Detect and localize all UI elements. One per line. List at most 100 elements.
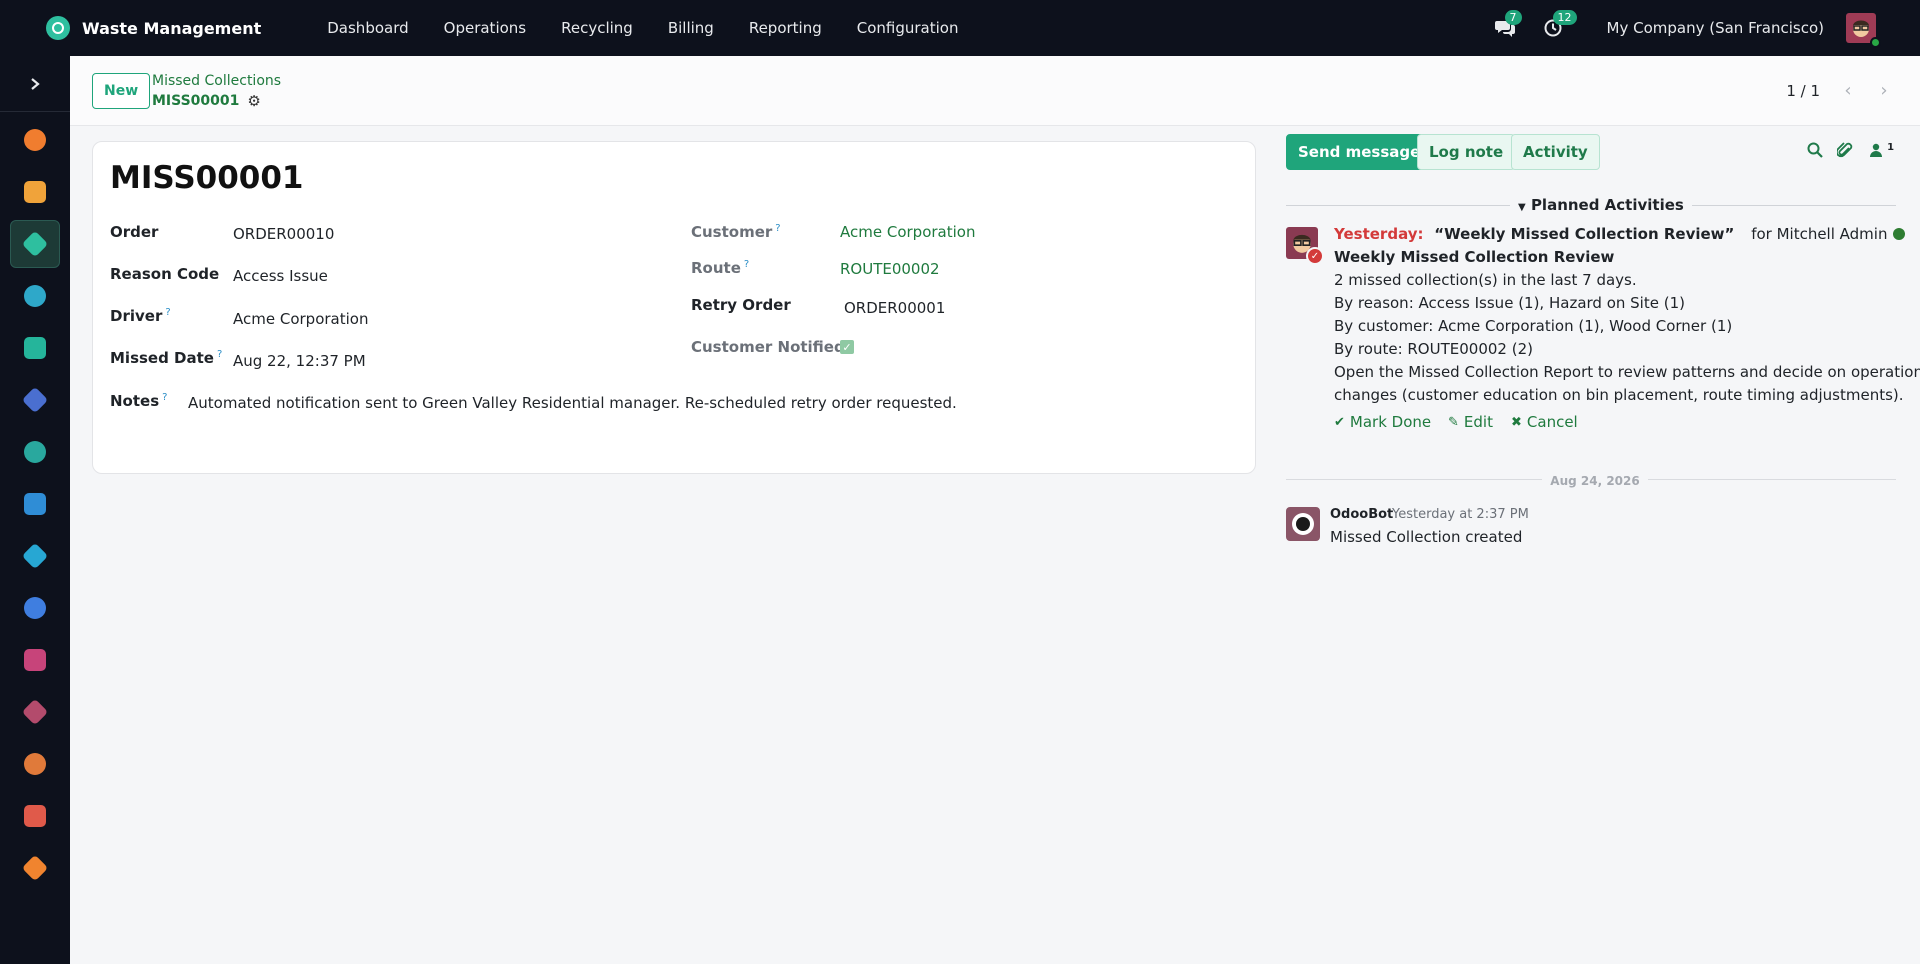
- message-timestamp: Yesterday at 2:37 PM: [1392, 507, 1529, 522]
- driver-label: Driver?: [110, 307, 171, 325]
- systray: 7 12 My Company (San Francisco): [1493, 0, 1920, 56]
- sidebar-app-employees[interactable]: [10, 428, 60, 476]
- mark-done-button[interactable]: ✔ Mark Done: [1334, 413, 1431, 431]
- customer-notified-checkbox[interactable]: ✓: [840, 340, 854, 354]
- planned-activities-toggle[interactable]: ▼ Planned Activities: [1510, 196, 1692, 214]
- apps-app-icon: [21, 854, 49, 882]
- employees-app-icon: [24, 441, 46, 463]
- close-icon: ✖: [1511, 414, 1522, 430]
- menu-reporting[interactable]: Reporting: [749, 19, 822, 37]
- activity-note-line: By customer: Acme Corporation (1), Wood …: [1334, 317, 1733, 335]
- help-tooltip-icon[interactable]: ?: [217, 349, 222, 360]
- date-separator: Aug 24, 2026: [1270, 471, 1920, 489]
- sidebar-expand-toggle[interactable]: [0, 56, 70, 112]
- edit-activity-button[interactable]: ✎ Edit: [1448, 413, 1493, 431]
- menu-billing[interactable]: Billing: [668, 19, 714, 37]
- sidebar-app-project[interactable]: [10, 584, 60, 632]
- online-status-dot: [1870, 37, 1881, 48]
- invoicing-app-icon: [24, 493, 46, 515]
- activity-note-line: By route: ROUTE00002 (2): [1334, 340, 1533, 358]
- send-message-button[interactable]: Send message: [1286, 134, 1433, 170]
- new-record-button[interactable]: New: [92, 73, 151, 109]
- date-separator-label: Aug 24, 2026: [1542, 474, 1648, 488]
- help-tooltip-icon[interactable]: ?: [162, 392, 167, 403]
- menu-operations[interactable]: Operations: [444, 19, 526, 37]
- sidebar-app-inventory[interactable]: [10, 636, 60, 684]
- sidebar-app-website[interactable]: [10, 532, 60, 580]
- cancel-activity-button[interactable]: ✖ Cancel: [1511, 413, 1578, 431]
- menu-configuration[interactable]: Configuration: [857, 19, 959, 37]
- activity-note-line: Open the Missed Collection Report to rev…: [1334, 363, 1920, 381]
- app-name: Waste Management: [82, 18, 262, 38]
- control-panel: New Missed Collections MISS00001 ⚙ 1 / 1…: [70, 56, 1920, 126]
- activity-button[interactable]: Activity: [1511, 134, 1600, 170]
- activity-due-label: Yesterday:: [1334, 225, 1424, 243]
- followers-button[interactable]: 1: [1870, 142, 1894, 161]
- inventory-app-icon: [24, 649, 46, 671]
- attachments-button[interactable]: [1835, 142, 1853, 164]
- website-app-icon: [21, 542, 49, 570]
- followers-count: 1: [1887, 142, 1895, 153]
- help-tooltip-icon[interactable]: ?: [744, 259, 749, 270]
- sidebar-app-crm[interactable]: [10, 324, 60, 372]
- menu-dashboard[interactable]: Dashboard: [327, 19, 408, 37]
- sales-app-icon: [24, 753, 46, 775]
- order-value[interactable]: ORDER00010: [233, 225, 334, 243]
- sidebar-app-calendar[interactable]: [10, 168, 60, 216]
- messages-button[interactable]: 7: [1493, 10, 1522, 40]
- activity-note-line: By reason: Access Issue (1), Hazard on S…: [1334, 294, 1685, 312]
- search-messages-button[interactable]: [1807, 142, 1823, 162]
- chevron-left-icon: ‹: [1844, 79, 1852, 101]
- route-value[interactable]: ROUTE00002: [840, 260, 940, 278]
- sidebar-app-discuss[interactable]: [10, 116, 60, 164]
- odoobot-avatar: [1286, 507, 1320, 541]
- customer-notified-label: Customer Notified: [691, 338, 845, 356]
- breadcrumb-missed-collections[interactable]: Missed Collections: [152, 73, 281, 89]
- log-note-button[interactable]: Log note: [1417, 134, 1516, 170]
- pager-value[interactable]: 1 / 1: [1786, 82, 1820, 100]
- reason-code-value[interactable]: Access Issue: [233, 267, 328, 285]
- message-author[interactable]: OdooBot: [1330, 507, 1393, 522]
- driver-value[interactable]: Acme Corporation: [233, 310, 368, 328]
- crm-app-icon: [24, 337, 46, 359]
- notes-label: Notes?: [110, 392, 168, 410]
- menu-recycling[interactable]: Recycling: [561, 19, 633, 37]
- help-tooltip-icon[interactable]: ?: [165, 307, 170, 318]
- activity-summary: Weekly Missed Collection Review: [1334, 248, 1615, 266]
- sidebar-app-fleet[interactable]: [10, 688, 60, 736]
- form-sheet: MISS00001 Order ORDER00010 Reason Code A…: [92, 141, 1256, 474]
- order-label: Order: [110, 223, 159, 241]
- project-app-icon: [24, 597, 46, 619]
- sidebar-app-invoicing[interactable]: [10, 480, 60, 528]
- sidebar-app-apps[interactable]: [10, 844, 60, 892]
- activity-note-line: 2 missed collection(s) in the last 7 day…: [1334, 271, 1637, 289]
- missed-date-value[interactable]: Aug 22, 12:37 PM: [233, 352, 366, 370]
- user-avatar[interactable]: [1846, 13, 1881, 48]
- breadcrumb-current-label: MISS00001: [152, 93, 240, 109]
- message-body: Missed Collection created: [1330, 528, 1523, 546]
- activities-button[interactable]: 12: [1541, 10, 1577, 40]
- waste-management-app-icon: [21, 230, 49, 258]
- sidebar-app-waste-management[interactable]: [10, 220, 60, 268]
- paperclip-icon: [1835, 142, 1853, 158]
- sidebar-app-sales[interactable]: [10, 740, 60, 788]
- pager-next-button[interactable]: ›: [1868, 74, 1900, 106]
- sidebar-app-list: [0, 116, 70, 892]
- customer-value[interactable]: Acme Corporation: [840, 223, 975, 241]
- main-menu: Dashboard Operations Recycling Billing R…: [327, 19, 993, 37]
- help-tooltip-icon[interactable]: ?: [775, 223, 780, 234]
- company-switcher[interactable]: My Company (San Francisco): [1607, 19, 1824, 37]
- sidebar-app-dashboards[interactable]: [10, 376, 60, 424]
- activity-name[interactable]: “Weekly Missed Collection Review”: [1434, 225, 1734, 243]
- sidebar-app-contacts[interactable]: [10, 272, 60, 320]
- app-brand[interactable]: Waste Management: [46, 16, 261, 40]
- messages-count-badge: 7: [1504, 10, 1522, 25]
- pager-previous-button[interactable]: ‹: [1832, 74, 1864, 106]
- record-title: MISS00001: [110, 160, 304, 196]
- retry-order-value[interactable]: ORDER00001: [844, 299, 945, 317]
- gear-icon[interactable]: ⚙: [247, 92, 260, 110]
- activity-todo-check-icon: ✓: [1306, 247, 1324, 265]
- chatter-panel: Send message Log note Activity 1 ▼ Plann…: [1270, 126, 1920, 964]
- notes-value[interactable]: Automated notification sent to Green Val…: [188, 394, 957, 412]
- sidebar-app-planning[interactable]: [10, 792, 60, 840]
